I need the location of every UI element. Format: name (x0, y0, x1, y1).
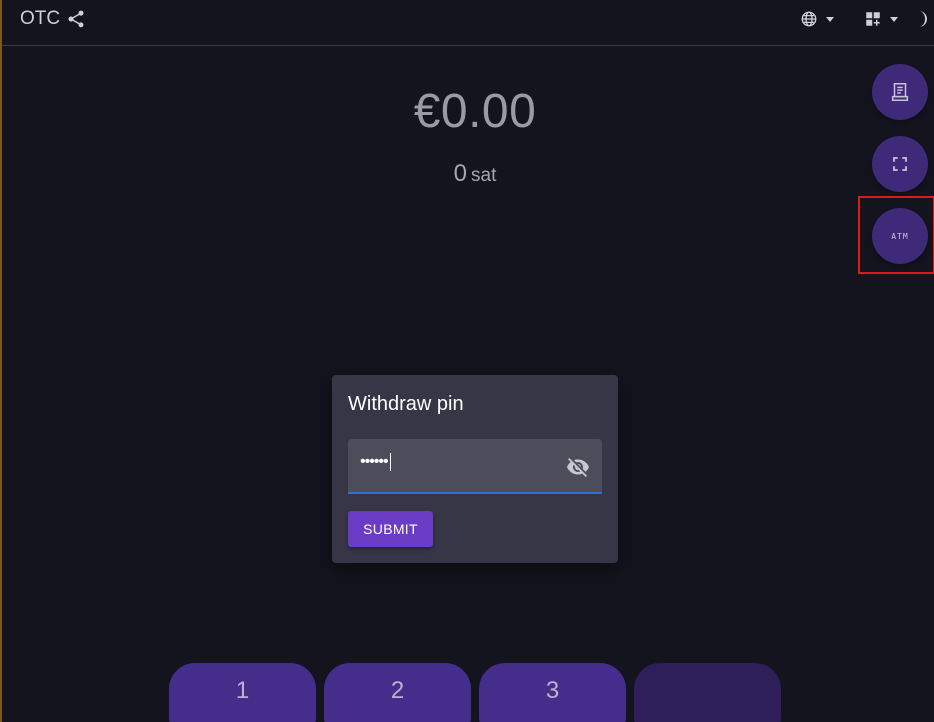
chevron-down-icon (890, 16, 898, 22)
dialog-title: Withdraw pin (348, 393, 464, 415)
receipt-icon (889, 81, 911, 103)
apps-menu-button[interactable] (864, 10, 898, 28)
top-bar: OTC (2, 0, 934, 46)
fullscreen-button[interactable] (872, 136, 928, 192)
fiat-amount: €0.00 (413, 85, 537, 138)
keypad-key-2[interactable]: 2 (324, 663, 471, 722)
header-actions (800, 10, 928, 28)
pin-value: •••••• (360, 453, 391, 471)
apps-add-icon (864, 10, 882, 28)
app-frame: OTC €0.00 0 sat ATM Withdraw pin •••••• … (0, 0, 934, 722)
theme-toggle-button[interactable] (916, 10, 928, 28)
submit-button[interactable]: SUBMIT (348, 511, 433, 547)
keypad-key-blank[interactable] (634, 663, 781, 722)
brand-title: OTC (20, 8, 61, 29)
sats-amount: 0 sat (2, 160, 934, 188)
share-icon[interactable] (66, 9, 86, 29)
atm-button[interactable]: ATM (872, 208, 928, 264)
language-menu-button[interactable] (800, 10, 834, 28)
brand[interactable]: OTC (20, 8, 86, 30)
crescent-moon-icon (916, 10, 928, 28)
chevron-down-icon (826, 16, 834, 22)
sats-value: 0 (453, 160, 467, 187)
atm-label: ATM (891, 231, 909, 241)
eye-off-icon[interactable] (566, 455, 590, 479)
pin-input[interactable]: •••••• (348, 439, 602, 494)
globe-icon (800, 10, 818, 28)
receipts-button[interactable] (872, 64, 928, 120)
sats-unit: sat (471, 165, 497, 186)
keypad-key-1[interactable]: 1 (169, 663, 316, 722)
fullscreen-icon (891, 155, 909, 173)
keypad-key-3[interactable]: 3 (479, 663, 626, 722)
withdraw-pin-dialog: Withdraw pin •••••• SUBMIT (332, 375, 618, 563)
